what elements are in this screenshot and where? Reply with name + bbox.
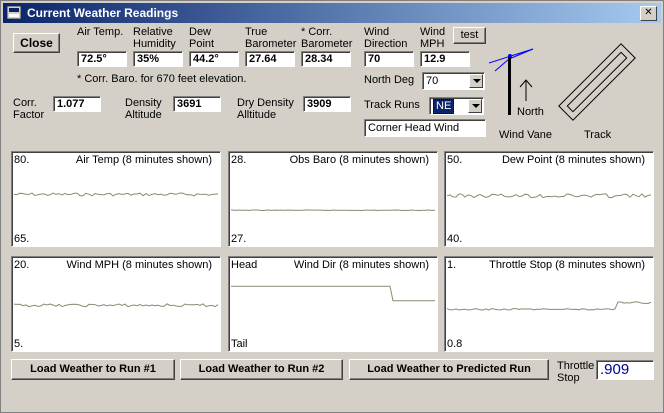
throttle-stop-value: .909 <box>596 360 654 380</box>
graph-trend-line <box>446 301 652 311</box>
graph-min-label: 27. <box>231 233 247 245</box>
window-title: Current Weather Readings <box>27 6 179 20</box>
graph-dew-point: 50. Dew Point (8 minutes shown) 40. <box>444 151 654 247</box>
weather-window: Current Weather Readings ✕ Close Air Tem… <box>0 0 664 413</box>
graph-obs-baro-line <box>230 209 436 212</box>
graph-wind-dir-line <box>231 285 435 302</box>
graph-max-label: 50. <box>447 154 463 166</box>
graph-title: Obs Baro (8 minutes shown) <box>289 154 429 166</box>
corr-factor-value: 1.077 <box>53 96 101 112</box>
throttle-stop-label: Throttle Stop <box>557 360 595 384</box>
true-baro-label: True Barometer <box>245 26 297 50</box>
test-button[interactable]: test <box>453 27 486 44</box>
graph-title: Dew Point (8 minutes shown) <box>501 154 645 166</box>
corr-factor-label: Corr. Factor <box>13 97 45 121</box>
graph-title: Wind Dir (8 minutes shown) <box>293 259 429 271</box>
density-altitude-label: Density Altitude <box>125 97 162 121</box>
graph-min-label: 0.8 <box>447 338 463 350</box>
graph-dew-point-line <box>446 193 652 199</box>
graph-trend-line <box>446 193 652 199</box>
wind-direction-value: 70 <box>364 51 414 67</box>
graph-min-label: Tail <box>231 338 248 350</box>
graph-max-label: 80. <box>14 154 30 166</box>
graph-title: Wind MPH (8 minutes shown) <box>66 259 213 271</box>
graph-wind-mph: 20. Wind MPH (8 minutes shown) 5. <box>11 256 221 352</box>
north-deg-select[interactable]: 70 <box>422 72 485 90</box>
graph-throttle-stop: 1. Throttle Stop (8 minutes shown) 0.8 <box>444 256 654 352</box>
corr-baro-label: * Corr. Barometer <box>301 26 353 50</box>
load-run1-button[interactable]: Load Weather to Run #1 <box>11 359 175 380</box>
graph-min-label: 40. <box>447 233 463 245</box>
graph-trend-line <box>13 303 219 308</box>
air-temp-label: Air Temp. <box>77 26 124 38</box>
elevation-note: * Corr. Baro. for 670 feet elevation. <box>77 73 247 85</box>
graph-trend-line <box>231 285 435 302</box>
track-runs-value: NE <box>433 99 455 114</box>
humidity-value: 35% <box>133 51 183 67</box>
graph-trend-line <box>13 192 219 197</box>
graph-wind-mph-line <box>13 303 219 308</box>
chevron-down-icon[interactable] <box>468 99 482 113</box>
graph-min-label: 65. <box>14 233 30 245</box>
graph-min-label: 5. <box>14 338 24 350</box>
graph-max-label: 20. <box>14 259 30 271</box>
wind-mph-value: 12.9 <box>420 51 470 67</box>
track-runs-select[interactable]: NE <box>429 97 484 115</box>
graph-max-label: 1. <box>447 259 457 271</box>
graph-air-temp: 80. Air Temp (8 minutes shown) 65. <box>11 151 221 247</box>
north-arrow-icon <box>519 79 533 101</box>
wind-mph-label: Wind MPH <box>420 26 446 50</box>
north-deg-label: North Deg <box>364 74 415 86</box>
graph-title: Air Temp (8 minutes shown) <box>75 154 212 166</box>
dew-point-label: Dew Point <box>189 26 215 50</box>
app-icon <box>7 6 21 19</box>
graph-trend-line <box>230 209 436 212</box>
north-deg-value: 70 <box>426 75 439 87</box>
track-icon <box>558 43 636 121</box>
graph-air-temp-line <box>13 192 219 197</box>
graph-obs-baro: 28. Obs Baro (8 minutes shown) 27. <box>228 151 438 247</box>
load-predicted-button[interactable]: Load Weather to Predicted Run <box>349 359 549 380</box>
true-baro-value: 27.64 <box>245 51 295 67</box>
dry-density-altitude-label: Dry Density Alltitude <box>237 97 294 121</box>
track-label: Track <box>584 129 612 141</box>
graph-max-label: 28. <box>231 154 247 166</box>
track-runs-label: Track Runs <box>364 99 420 111</box>
air-temp-value: 72.5° <box>77 51 127 67</box>
wind-direction-label: Wind Direction <box>364 26 408 50</box>
close-window-button[interactable]: ✕ <box>640 6 657 21</box>
title-bar: Current Weather Readings ✕ <box>3 3 661 23</box>
dew-point-value: 44.2° <box>189 51 239 67</box>
dry-density-altitude-value: 3909 <box>303 96 351 112</box>
density-altitude-value: 3691 <box>173 96 221 112</box>
chevron-down-icon[interactable] <box>469 74 483 88</box>
wind-status-display: Corner Head Wind <box>364 119 486 137</box>
humidity-label: Relative Humidity <box>133 26 176 50</box>
corr-baro-value: 28.34 <box>301 51 351 67</box>
graph-max-label: Head <box>231 259 258 271</box>
graph-title: Throttle Stop (8 minutes shown) <box>489 259 645 271</box>
north-label: North <box>517 106 544 118</box>
close-button[interactable]: Close <box>13 33 60 53</box>
load-run2-button[interactable]: Load Weather to Run #2 <box>180 359 343 380</box>
graph-throttle-stop-line <box>446 301 652 311</box>
graph-wind-dir: Head Wind Dir (8 minutes shown) Tail <box>228 256 438 352</box>
wind-vane-label: Wind Vane <box>499 129 552 141</box>
